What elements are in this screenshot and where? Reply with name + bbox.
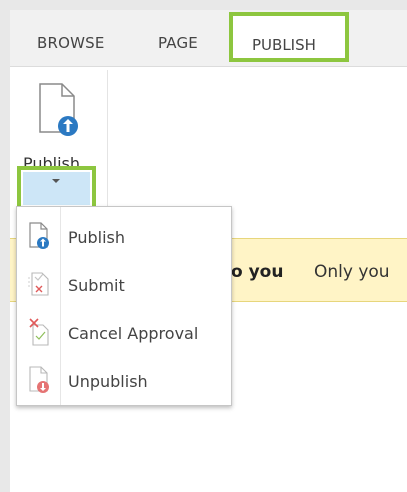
cancel-approval-icon (29, 318, 49, 346)
unpublish-icon (29, 366, 49, 393)
menu-item-label: Submit (68, 276, 125, 295)
tab-publish[interactable]: PUBLISH (252, 36, 316, 54)
publish-dropdown-button[interactable] (23, 172, 90, 205)
tab-browse[interactable]: BROWSE (37, 34, 105, 52)
menu-item-unpublish[interactable]: Unpublish (17, 357, 231, 403)
menu-item-publish[interactable]: Publish (17, 213, 231, 259)
chevron-down-icon (52, 179, 60, 183)
menu-item-submit[interactable]: Submit (17, 261, 231, 307)
publish-dropdown-highlight[interactable] (17, 166, 96, 211)
tab-publish-highlight[interactable]: PUBLISH (229, 12, 349, 62)
menu-item-cancel-approval[interactable]: Cancel Approval (17, 309, 231, 355)
banner-bold-text: o you (231, 262, 284, 282)
tab-page[interactable]: PAGE (158, 34, 198, 52)
banner-text: Only you (314, 262, 390, 282)
publish-dropdown-menu: Publish Submit Cancel Approval Unpublish (16, 206, 232, 406)
ribbon-tab-bar: BROWSE PAGE PUBLISH (10, 10, 407, 67)
sharepoint-ribbon-area: BROWSE PAGE PUBLISH Publish o you Only y… (10, 10, 407, 492)
menu-item-label: Publish (68, 228, 126, 247)
menu-item-label: Cancel Approval (68, 324, 199, 343)
submit-icon (28, 272, 49, 296)
publish-doc-icon (39, 83, 78, 136)
publish-ribbon-button[interactable]: Publish (16, 76, 96, 180)
menu-item-label: Unpublish (68, 372, 148, 391)
publish-icon (29, 222, 49, 249)
